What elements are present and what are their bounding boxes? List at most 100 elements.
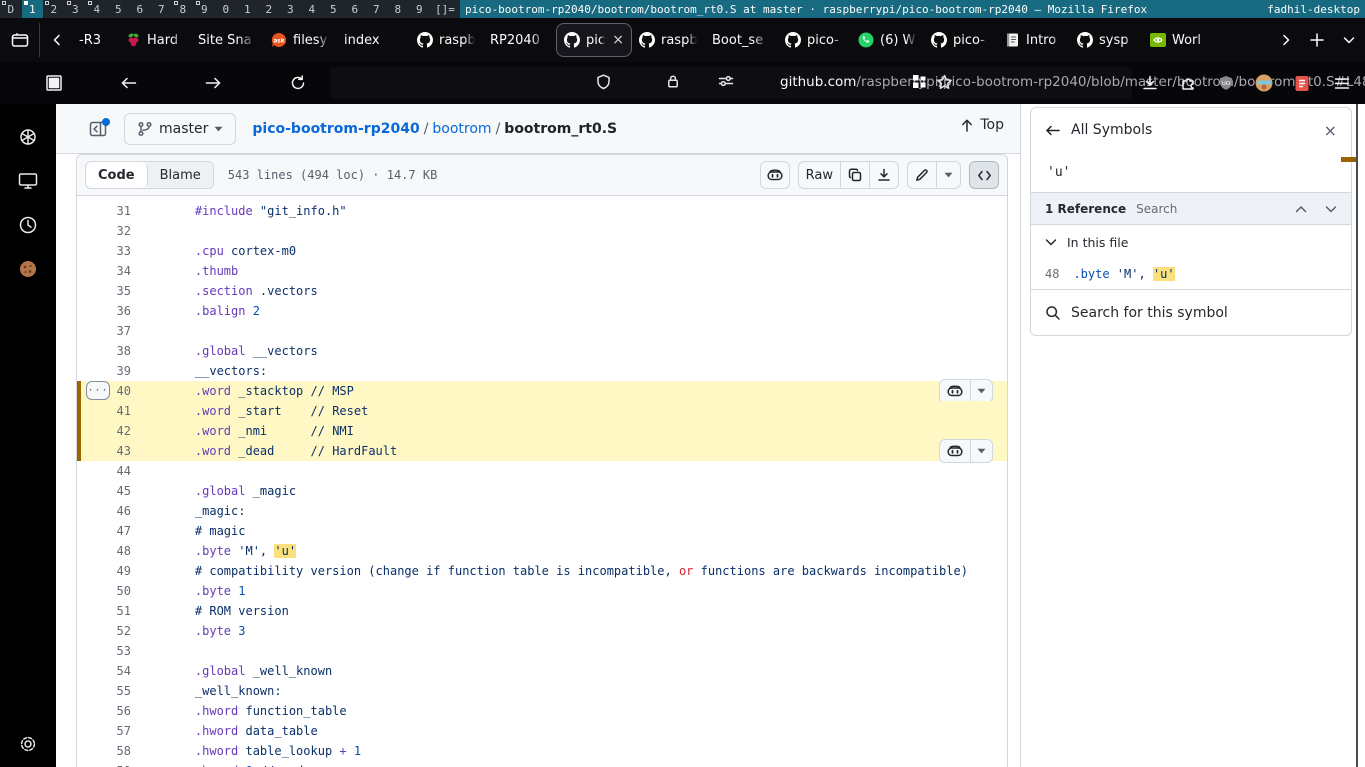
symbols-toggle-button[interactable] [969, 161, 999, 189]
workspace-tag-D[interactable]: D [0, 0, 22, 18]
close-icon[interactable]: × [1324, 121, 1337, 140]
workspace-tag-4[interactable]: 4 [86, 0, 108, 18]
line-number[interactable]: 43 [77, 444, 131, 458]
line-number[interactable]: 41 [77, 404, 131, 418]
line-number[interactable]: 44 [77, 464, 131, 478]
copilot-line-dropdown[interactable] [970, 440, 992, 462]
workspace-tag-3[interactable]: 3 [280, 0, 302, 18]
blame-tab[interactable]: Blame [147, 162, 213, 188]
line-number[interactable]: 53 [77, 644, 131, 658]
browser-tab-5[interactable]: index [337, 23, 410, 57]
back-button[interactable] [113, 67, 145, 99]
reload-button[interactable] [282, 67, 314, 99]
line-number[interactable]: 45 [77, 484, 131, 498]
browser-tab-1[interactable]: -R3 [72, 23, 118, 57]
code-tab[interactable]: Code [86, 162, 148, 188]
line-number[interactable]: 51 [77, 604, 131, 618]
extensions-button[interactable] [1172, 67, 1204, 99]
line-number[interactable]: 42 [77, 424, 131, 438]
in-this-file-group[interactable]: In this file [1031, 225, 1351, 259]
line-number[interactable]: 46 [77, 504, 131, 518]
download-raw-button[interactable] [869, 162, 898, 188]
edit-button[interactable] [908, 162, 936, 188]
prev-reference-button[interactable] [1295, 205, 1307, 213]
workspace-tag-9[interactable]: 9 [409, 0, 431, 18]
page-scrollbar[interactable] [1356, 104, 1358, 767]
line-number[interactable]: 37 [77, 324, 131, 338]
breadcrumb-dir-link[interactable]: bootrom [432, 121, 491, 137]
line-number[interactable]: 39 [77, 364, 131, 378]
permissions-icon[interactable] [718, 74, 734, 88]
browser-tab-15[interactable]: sysp [1070, 23, 1143, 57]
line-number[interactable]: 57 [77, 724, 131, 738]
line-number[interactable]: 52 [77, 624, 131, 638]
browser-tab-6[interactable]: raspb [410, 23, 483, 57]
workspace-tag-6[interactable]: 6 [129, 0, 151, 18]
copilot-line-dropdown[interactable] [970, 380, 992, 402]
workspace-tag-9[interactable]: 9 [194, 0, 216, 18]
browser-tab-16[interactable]: Worl [1143, 23, 1216, 57]
line-number[interactable]: 56 [77, 704, 131, 718]
line-number[interactable]: 50 [77, 584, 131, 598]
line-number[interactable]: 31 [77, 204, 131, 218]
browser-tab-10[interactable]: Boot_se [705, 23, 778, 57]
workspace-tag-0[interactable]: 0 [215, 0, 237, 18]
edit-dropdown-button[interactable] [936, 162, 960, 188]
sidebar-cookies-button[interactable] [17, 258, 39, 280]
copy-button[interactable] [840, 162, 869, 188]
sidebar-history-button[interactable] [17, 214, 39, 236]
back-to-top-link[interactable]: Top [960, 117, 1004, 133]
list-all-tabs-button[interactable] [1333, 23, 1365, 57]
copilot-line-button[interactable] [940, 380, 970, 402]
lock-icon[interactable] [666, 74, 680, 89]
all-symbols-label[interactable]: All Symbols [1071, 122, 1152, 138]
browser-tab-8[interactable]: pic × [556, 23, 632, 57]
line-number[interactable]: 58 [77, 744, 131, 758]
extension-grid-icon[interactable] [912, 74, 927, 89]
line-number[interactable]: 32 [77, 224, 131, 238]
account-button[interactable] [1248, 67, 1280, 99]
browser-tab-3[interactable]: Site Sna [191, 23, 264, 57]
sidebar-assistant-button[interactable] [17, 126, 39, 148]
copilot-line-button[interactable] [940, 440, 970, 462]
app-menu-button[interactable] [1326, 67, 1358, 99]
browser-tab-11[interactable]: pico- [778, 23, 851, 57]
downloads-button[interactable] [1134, 67, 1166, 99]
branch-selector-button[interactable]: master [124, 112, 237, 145]
extension-doc-button[interactable] [1286, 67, 1318, 99]
workspace-tag-1[interactable]: 1 [21, 0, 43, 18]
sidebar-screen-share-button[interactable] [17, 170, 39, 192]
workspace-tag-1[interactable]: 1 [237, 0, 259, 18]
search-symbol-button[interactable]: Search for this symbol [1031, 289, 1351, 335]
workspace-tag-5[interactable]: 5 [108, 0, 130, 18]
line-number[interactable]: 55 [77, 684, 131, 698]
workspace-tag-2[interactable]: 2 [258, 0, 280, 18]
firefox-view-button[interactable] [0, 23, 40, 57]
workspace-tag-2[interactable]: 2 [43, 0, 65, 18]
forward-button[interactable] [197, 67, 229, 99]
workspace-tag-5[interactable]: 5 [323, 0, 345, 18]
tab-manager-button[interactable] [38, 67, 70, 99]
line-number[interactable]: 35 [77, 284, 131, 298]
line-number[interactable]: 54 [77, 664, 131, 678]
tab-close-button[interactable]: × [612, 33, 624, 47]
browser-tab-9[interactable]: raspb [632, 23, 705, 57]
browser-tab-13[interactable]: pico- [924, 23, 997, 57]
expand-file-tree-button[interactable] [82, 113, 114, 145]
workspace-tag-3[interactable]: 3 [65, 0, 87, 18]
bookmark-star-icon[interactable] [936, 74, 953, 90]
back-arrow-icon[interactable] [1045, 124, 1061, 137]
raw-button[interactable]: Raw [799, 162, 840, 188]
expand-hunk-button[interactable]: ··· [86, 381, 110, 400]
scroll-tabs-left-button[interactable] [42, 23, 72, 57]
tracking-protection-icon[interactable] [596, 74, 611, 90]
workspace-tag-7[interactable]: 7 [366, 0, 388, 18]
reference-result-row[interactable]: 48 .byte 'M', 'u' [1031, 259, 1351, 289]
browser-tab-4[interactable]: ask filesy [264, 23, 337, 57]
workspace-tag-8[interactable]: 8 [387, 0, 409, 18]
next-reference-button[interactable] [1325, 205, 1337, 213]
line-number[interactable]: 36 [77, 304, 131, 318]
line-number[interactable]: 48 [77, 544, 131, 558]
workspace-tag-8[interactable]: 8 [172, 0, 194, 18]
workspace-tag-7[interactable]: 7 [151, 0, 173, 18]
